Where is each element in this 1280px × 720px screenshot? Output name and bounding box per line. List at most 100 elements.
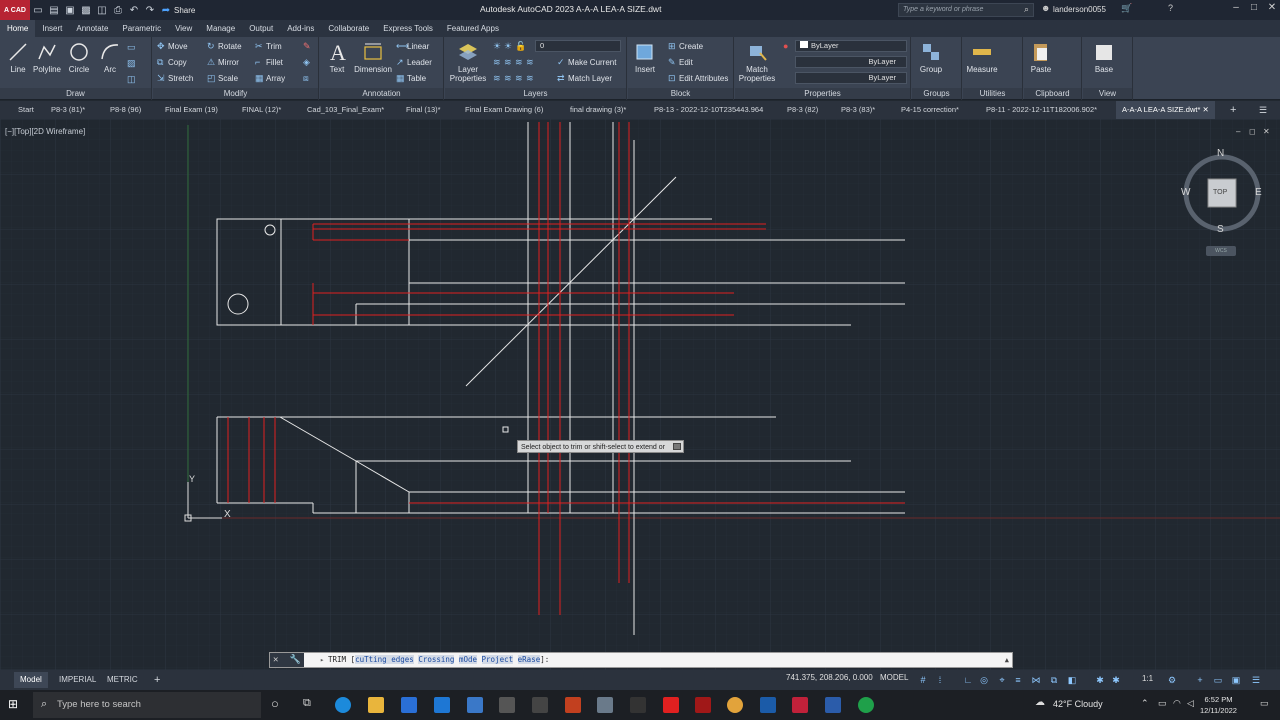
windows-start-icon[interactable]: ⊞ [8, 697, 24, 713]
tab-home[interactable]: Home [0, 20, 36, 37]
array-button[interactable]: ▦ Array [255, 71, 285, 85]
maximize-button[interactable]: □ [1244, 2, 1264, 18]
circle-tool[interactable]: Circle [62, 41, 96, 74]
tab-imperial[interactable]: IMPERIAL [53, 672, 102, 688]
taskbar-search[interactable]: Type here to search [33, 692, 261, 718]
layer-tools-row-2[interactable]: ≋ ≋ ≋ ≋ [493, 71, 537, 85]
text-tool[interactable]: A Text [320, 41, 354, 74]
volume-icon[interactable]: ◁ [1187, 698, 1194, 709]
customization-icon[interactable]: ☰ [1250, 674, 1262, 686]
file-tab[interactable]: P4-15 correction* [901, 101, 959, 119]
tab-collaborate[interactable]: Collaborate [321, 20, 376, 37]
selection-cycling-icon[interactable]: ⧉ [1048, 674, 1060, 686]
share-button[interactable]: Share [174, 6, 195, 15]
file-tab[interactable]: P8-8 (96) [110, 101, 141, 119]
paste-button[interactable]: Paste [1024, 41, 1058, 74]
word-icon[interactable] [825, 697, 841, 713]
wifi-icon[interactable]: ◠ [1173, 698, 1181, 709]
file-tab[interactable]: Final Exam Drawing (6) [465, 101, 543, 119]
plot-icon[interactable]: ⎙ [110, 2, 126, 18]
edit-attributes-button[interactable]: ⊡ Edit Attributes [668, 71, 728, 85]
scale-button[interactable]: ◰ Scale [207, 71, 238, 85]
match-layer-button[interactable]: ⇄ Match Layer [557, 71, 612, 85]
measure-button[interactable]: Measure [965, 41, 999, 74]
app-menu-button[interactable]: A CAD [0, 0, 30, 20]
youtube-icon[interactable] [663, 697, 679, 713]
lineweight-dropdown[interactable]: ByLayer [795, 72, 907, 84]
task-view-icon[interactable]: ⧉ [303, 697, 311, 710]
calculator-icon[interactable] [467, 697, 483, 713]
layer-state-icons[interactable]: ☀ ☀ 🔓 [493, 39, 526, 53]
region-icon[interactable]: ◫ [127, 72, 138, 86]
arc-tool[interactable]: Arc [93, 41, 127, 74]
file-tab-start[interactable]: Start [18, 101, 34, 119]
option-crossing[interactable]: Crossing [418, 655, 455, 664]
color-dropdown[interactable]: ByLayer [795, 40, 907, 52]
layer-dropdown[interactable]: 0 [535, 40, 621, 52]
option-project[interactable]: Project [481, 655, 514, 664]
viewcube-top-face[interactable]: TOP [1213, 189, 1227, 196]
office-icon[interactable] [565, 697, 581, 713]
file-tab[interactable]: final drawing (3)* [570, 101, 626, 119]
layers-panel-title[interactable]: Layers [445, 88, 626, 99]
file-tab[interactable]: P8-3 (81)* [51, 101, 85, 119]
mirror-button[interactable]: ⚠ Mirror [207, 55, 239, 69]
tab-insert[interactable]: Insert [35, 20, 69, 37]
file-explorer-icon[interactable] [368, 697, 384, 713]
file-tab[interactable]: Final (13)* [406, 101, 441, 119]
polar-icon[interactable]: ◎ [978, 674, 990, 686]
polyline-tool[interactable]: Polyline [30, 41, 64, 74]
rectangle-icon[interactable]: ▭ [127, 40, 138, 54]
system-clock[interactable]: 6:52 PM 12/11/2022 [1200, 694, 1237, 716]
stretch-button[interactable]: ⇲ Stretch [157, 71, 193, 85]
file-tab[interactable]: Cad_103_Final_Exam* [307, 101, 384, 119]
drawing-canvas[interactable] [0, 119, 1280, 670]
add-layout-icon[interactable]: + [148, 672, 166, 688]
app-icon[interactable] [858, 697, 874, 713]
revit-icon[interactable] [760, 697, 776, 713]
tab-manage[interactable]: Manage [199, 20, 242, 37]
snap-icon[interactable]: ⁞ [934, 674, 946, 686]
file-tab[interactable]: FINAL (12)* [242, 101, 281, 119]
annotation-scale[interactable]: 1:1 [1142, 674, 1153, 683]
save-as-icon[interactable]: ▩ [78, 2, 94, 18]
option-mode[interactable]: mOde [458, 655, 478, 664]
make-current-button[interactable]: ✓ Make Current [557, 55, 616, 69]
move-button[interactable]: ✥ Move [157, 39, 188, 53]
grid-icon[interactable]: # [917, 674, 929, 686]
tab-output[interactable]: Output [242, 20, 280, 37]
close-tab-icon[interactable]: ✕ [1202, 105, 1208, 114]
file-tab[interactable]: Final Exam (19) [165, 101, 218, 119]
linear-button[interactable]: ⟷Linear [396, 39, 429, 53]
trim-button[interactable]: ✂ Trim [255, 39, 282, 53]
annotation-panel-title[interactable]: Annotation [320, 88, 443, 99]
draw-panel-title[interactable]: Draw [0, 88, 151, 99]
view-panel-title[interactable]: View [1083, 88, 1132, 99]
groups-panel-title[interactable]: Groups [912, 88, 961, 99]
tab-annotate[interactable]: Annotate [69, 20, 115, 37]
viewcube-south[interactable]: S [1217, 224, 1224, 235]
tab-parametric[interactable]: Parametric [115, 20, 168, 37]
redo-icon[interactable]: ↷ [142, 2, 158, 18]
hatch-icon[interactable]: ▨ [127, 56, 138, 70]
annotation-visibility-icon[interactable]: ✱ [1094, 674, 1106, 686]
file-tab[interactable]: P8-13 - 2022-12-10T235443.964 [654, 101, 763, 119]
mail-icon[interactable] [434, 697, 450, 713]
properties-panel-title[interactable]: Properties [735, 88, 910, 99]
file-tab[interactable]: P8-3 (82) [787, 101, 818, 119]
explode-icon[interactable]: ◈ [303, 55, 314, 69]
utilities-panel-title[interactable]: Utilities [963, 88, 1022, 99]
wcs-menu[interactable]: WCS [1206, 246, 1236, 256]
offset-icon[interactable]: ⧈ [303, 71, 314, 85]
erase-icon[interactable]: ✎ [303, 39, 314, 53]
help-icon[interactable]: ? [1168, 3, 1173, 13]
command-history-icon[interactable]: ▲ [1005, 653, 1009, 667]
workspace-gear-icon[interactable]: ⚙ [1166, 674, 1178, 686]
group-button[interactable]: Group [914, 41, 948, 74]
edge-icon[interactable] [335, 697, 351, 713]
customize-command-icon[interactable]: 🔧 [284, 655, 301, 665]
autocad-icon[interactable] [792, 697, 808, 713]
command-line[interactable]: ✕ 🔧 ▸ TRIM [cuTting edges Crossing mOde … [269, 652, 1013, 668]
osnap-icon[interactable]: ⌖ [996, 674, 1008, 686]
app-icon[interactable] [630, 697, 646, 713]
